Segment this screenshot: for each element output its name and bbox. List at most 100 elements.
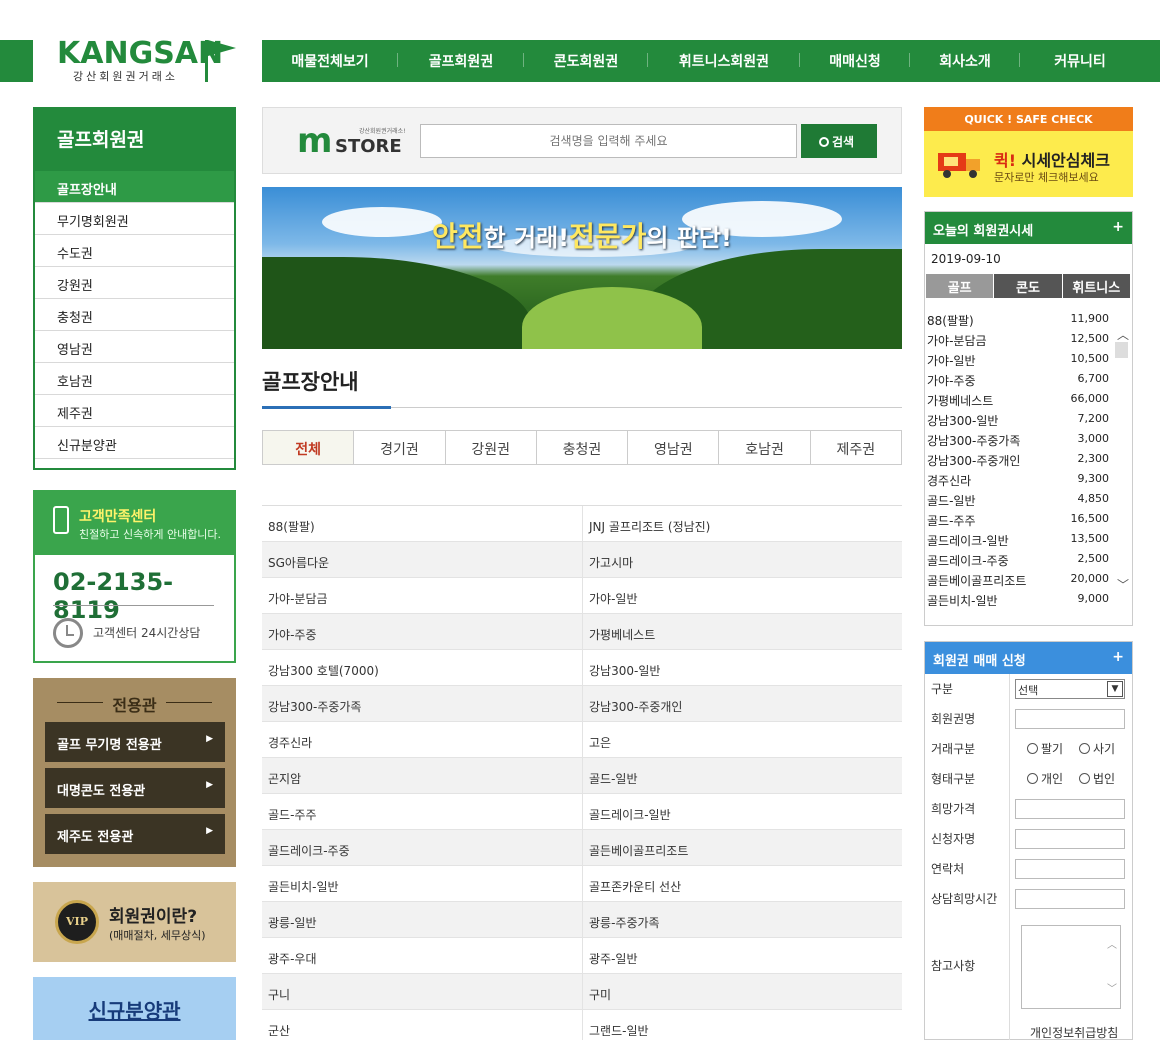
- tab-all[interactable]: 전체: [263, 431, 355, 464]
- tab-chungcheong[interactable]: 충청권: [537, 431, 629, 464]
- membership-name-input[interactable]: [1015, 709, 1125, 729]
- sidebar-item-yeongnam[interactable]: 영남권: [35, 331, 234, 363]
- course-link[interactable]: 골프존카운티 선산: [582, 866, 902, 901]
- course-link[interactable]: 골든비치-일반: [262, 866, 582, 901]
- radio-corporate[interactable]: 법인: [1079, 770, 1115, 787]
- applicant-input[interactable]: [1015, 829, 1125, 849]
- course-link[interactable]: 골든베이골프리조트: [582, 830, 902, 865]
- nav-trade-request[interactable]: 매매신청: [800, 51, 910, 71]
- list-item[interactable]: 가야-분담금 12,500: [925, 328, 1113, 348]
- desired-price-input[interactable]: [1015, 799, 1125, 819]
- price-name: 88(팔팔): [927, 314, 974, 328]
- course-link[interactable]: 가평베네스트: [582, 614, 902, 649]
- sidebar-item-gangwon[interactable]: 강원권: [35, 267, 234, 299]
- list-item[interactable]: 골든비치-일반 9,000: [925, 588, 1113, 608]
- radio-buy[interactable]: 사기: [1079, 740, 1115, 757]
- course-link[interactable]: 가야-주중: [262, 614, 582, 649]
- quick-check-banner[interactable]: QUICK ! SAFE CHECK 퀵! 시세안심체크 문자로만 체크해보세요: [924, 107, 1133, 197]
- course-link[interactable]: 골드레이크-일반: [582, 794, 902, 829]
- site-logo[interactable]: KANGSAN 강산회원권거래소: [33, 30, 258, 90]
- list-item[interactable]: 골드-주주 16,500: [925, 508, 1113, 528]
- note-textarea[interactable]: ︿ ﹀: [1021, 925, 1121, 1009]
- search-button[interactable]: 검색: [801, 124, 877, 158]
- sidebar-item-new-sale[interactable]: 신규분양관: [35, 427, 234, 459]
- course-link[interactable]: 광릉-일반: [262, 902, 582, 937]
- plus-icon[interactable]: +: [1112, 649, 1124, 665]
- list-item[interactable]: 가야-주중 6,700: [925, 368, 1113, 388]
- course-link[interactable]: 강남300 호텔(7000): [262, 650, 582, 685]
- sidebar-item-bearer[interactable]: 무기명회원권: [35, 203, 234, 235]
- chevron-up-icon[interactable]: ︿: [1117, 326, 1129, 343]
- tab-price-fitness[interactable]: 휘트니스: [1062, 274, 1131, 298]
- course-link[interactable]: 88(팔팔): [262, 506, 582, 541]
- price-scrollbar[interactable]: ︿ ﹀: [1113, 320, 1130, 600]
- sidebar-item-honam[interactable]: 호남권: [35, 363, 234, 395]
- radio-individual[interactable]: 개인: [1027, 770, 1063, 787]
- list-item[interactable]: 골드레이크-일반 13,500: [925, 528, 1113, 548]
- sidebar-item-capital[interactable]: 수도권: [35, 235, 234, 267]
- exclusive-golf-bearer-button[interactable]: 골프 무기명 전용관 ▶: [45, 722, 225, 762]
- nav-community[interactable]: 커뮤니티: [1020, 51, 1140, 71]
- list-item[interactable]: 강남300-주중개인 2,300: [925, 448, 1113, 468]
- list-item[interactable]: 골든베이골프리조트 20,000: [925, 568, 1113, 588]
- tab-gyeonggi[interactable]: 경기권: [354, 431, 446, 464]
- course-link[interactable]: 가야-분담금: [262, 578, 582, 613]
- tab-honam[interactable]: 호남권: [719, 431, 811, 464]
- sidebar-item-course-guide[interactable]: 골프장안내: [35, 171, 234, 203]
- course-link[interactable]: 구니: [262, 974, 582, 1009]
- course-link[interactable]: JNJ 골프리조트 (정남진): [582, 506, 902, 541]
- tab-price-golf[interactable]: 골프: [926, 274, 995, 298]
- course-link[interactable]: 광릉-주중가족: [582, 902, 902, 937]
- sidebar-item-chungcheong[interactable]: 충청권: [35, 299, 234, 331]
- list-item[interactable]: 가야-일반 10,500: [925, 348, 1113, 368]
- price-value: 9,300: [1077, 472, 1110, 485]
- list-item[interactable]: 강남300-주중가족 3,000: [925, 428, 1113, 448]
- course-link[interactable]: 광주-우대: [262, 938, 582, 973]
- vip-banner[interactable]: VIP 회원권이란? (매매절차, 세무상식): [33, 882, 236, 962]
- list-item[interactable]: 가평베네스트 66,000: [925, 388, 1113, 408]
- course-link[interactable]: 골드레이크-주중: [262, 830, 582, 865]
- search-input[interactable]: [420, 124, 797, 158]
- consult-time-input[interactable]: [1015, 889, 1125, 909]
- scrollbar-thumb[interactable]: [1115, 342, 1128, 358]
- nav-all-listings[interactable]: 매물전체보기: [262, 51, 398, 71]
- sidebar-item-jeju[interactable]: 제주권: [35, 395, 234, 427]
- course-link[interactable]: 골드-일반: [582, 758, 902, 793]
- list-item[interactable]: 경주신라 9,300: [925, 468, 1113, 488]
- nav-company[interactable]: 회사소개: [910, 51, 1020, 71]
- course-link[interactable]: 강남300-일반: [582, 650, 902, 685]
- category-select[interactable]: 선택 ▼: [1015, 679, 1125, 699]
- tab-price-condo[interactable]: 콘도: [994, 274, 1063, 298]
- course-link[interactable]: 강남300-주중가족: [262, 686, 582, 721]
- radio-sell[interactable]: 팔기: [1027, 740, 1063, 757]
- nav-golf[interactable]: 골프회원권: [398, 51, 524, 71]
- tab-jeju[interactable]: 제주권: [811, 431, 901, 464]
- list-item[interactable]: 골드-일반 4,850: [925, 488, 1113, 508]
- course-link[interactable]: SG아름다운: [262, 542, 582, 577]
- list-item[interactable]: 88(팔팔) 11,900: [925, 308, 1113, 328]
- plus-icon[interactable]: +: [1112, 219, 1124, 235]
- nav-fitness[interactable]: 휘트니스회원권: [648, 51, 800, 71]
- tab-gangwon[interactable]: 강원권: [446, 431, 537, 464]
- course-link[interactable]: 가야-일반: [582, 578, 902, 613]
- chevron-down-icon[interactable]: ﹀: [1117, 576, 1129, 593]
- course-link[interactable]: 군산: [262, 1010, 582, 1040]
- new-sale-banner[interactable]: 신규분양관: [33, 977, 236, 1040]
- course-link[interactable]: 광주-일반: [582, 938, 902, 973]
- course-link[interactable]: 고은: [582, 722, 902, 757]
- contact-input[interactable]: [1015, 859, 1125, 879]
- exclusive-jeju-button[interactable]: 제주도 전용관 ▶: [45, 814, 225, 854]
- course-link[interactable]: 그랜드-일반: [582, 1010, 902, 1040]
- nav-condo[interactable]: 콘도회원권: [524, 51, 648, 71]
- course-link[interactable]: 곤지암: [262, 758, 582, 793]
- list-item[interactable]: 골드레이크-주중 2,500: [925, 548, 1113, 568]
- course-link[interactable]: 가고시마: [582, 542, 902, 577]
- privacy-policy-link[interactable]: 개인정보취급방침: [1030, 1024, 1118, 1040]
- tab-yeongnam[interactable]: 영남권: [628, 431, 720, 464]
- exclusive-daemyung-condo-button[interactable]: 대명콘도 전용관 ▶: [45, 768, 225, 808]
- course-link[interactable]: 경주신라: [262, 722, 582, 757]
- list-item[interactable]: 강남300-일반 7,200: [925, 408, 1113, 428]
- course-link[interactable]: 강남300-주중개인: [582, 686, 902, 721]
- course-link[interactable]: 구미: [582, 974, 902, 1009]
- course-link[interactable]: 골드-주주: [262, 794, 582, 829]
